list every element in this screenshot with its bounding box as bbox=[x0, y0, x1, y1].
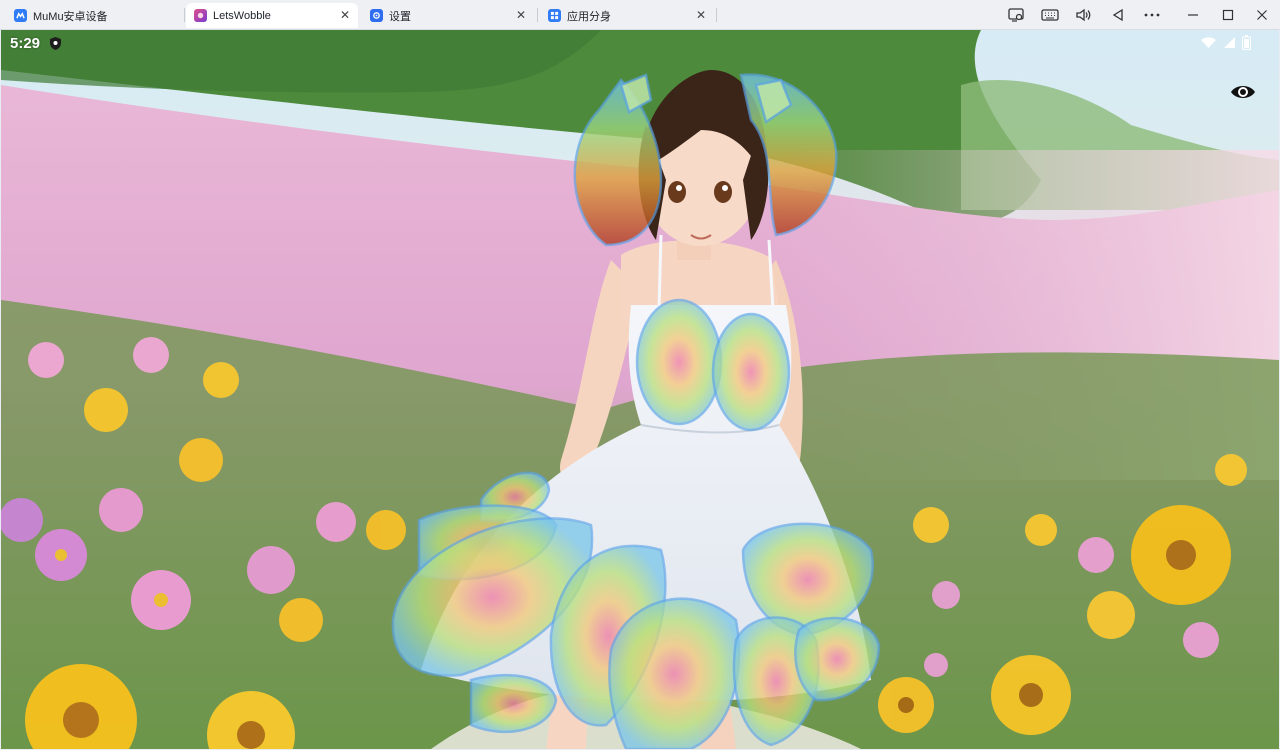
back-icon[interactable] bbox=[1108, 5, 1128, 25]
close-tab-icon[interactable]: ✕ bbox=[694, 8, 708, 22]
settings-gear-icon bbox=[370, 9, 383, 22]
close-tab-icon[interactable]: ✕ bbox=[338, 8, 352, 22]
minimize-icon[interactable] bbox=[1183, 5, 1203, 25]
letswobble-app-icon bbox=[194, 9, 207, 22]
tab-label: MuMu安卓设备 bbox=[33, 10, 108, 23]
shield-icon bbox=[49, 36, 62, 56]
battery-icon bbox=[1242, 35, 1251, 55]
tab-label: 设置 bbox=[389, 10, 411, 23]
keyboard-icon[interactable] bbox=[1040, 5, 1060, 25]
cellular-signal-icon bbox=[1223, 36, 1236, 54]
screen-record-icon[interactable] bbox=[1006, 5, 1026, 25]
status-time: 5:29 bbox=[10, 35, 41, 52]
tab-divider bbox=[184, 8, 185, 22]
close-icon[interactable] bbox=[1252, 5, 1272, 25]
close-tab-icon[interactable]: ✕ bbox=[514, 8, 528, 22]
tab-bar: MuMu安卓设备 LetsWobble ✕ 设置 ✕ 应用分身 ✕ bbox=[0, 0, 1280, 30]
android-status-bar: 5:29 bbox=[1, 30, 1279, 58]
tab-label: LetsWobble bbox=[213, 9, 271, 22]
android-screen[interactable]: 5:29 bbox=[1, 30, 1279, 749]
tab-divider bbox=[537, 8, 538, 22]
tab-letswobble[interactable]: LetsWobble ✕ bbox=[186, 3, 358, 28]
wallpaper-illustration[interactable] bbox=[1, 30, 1279, 749]
maximize-icon[interactable] bbox=[1218, 5, 1238, 25]
tab-label: 应用分身 bbox=[567, 10, 611, 23]
mumu-window: MuMu安卓设备 LetsWobble ✕ 设置 ✕ 应用分身 ✕ 5:29 bbox=[0, 0, 1280, 750]
tab-mumu-device[interactable]: MuMu安卓设备 bbox=[6, 3, 184, 28]
eye-icon[interactable] bbox=[1229, 80, 1257, 104]
tab-settings[interactable]: 设置 ✕ bbox=[362, 3, 534, 28]
tab-app-clone[interactable]: 应用分身 ✕ bbox=[540, 3, 714, 28]
mumu-logo-icon bbox=[14, 9, 27, 22]
tab-divider bbox=[716, 8, 717, 22]
volume-icon[interactable] bbox=[1073, 5, 1093, 25]
more-icon[interactable] bbox=[1142, 5, 1162, 25]
app-clone-icon bbox=[548, 9, 561, 22]
wifi-icon bbox=[1200, 36, 1217, 54]
system-status-icons bbox=[1200, 35, 1251, 55]
